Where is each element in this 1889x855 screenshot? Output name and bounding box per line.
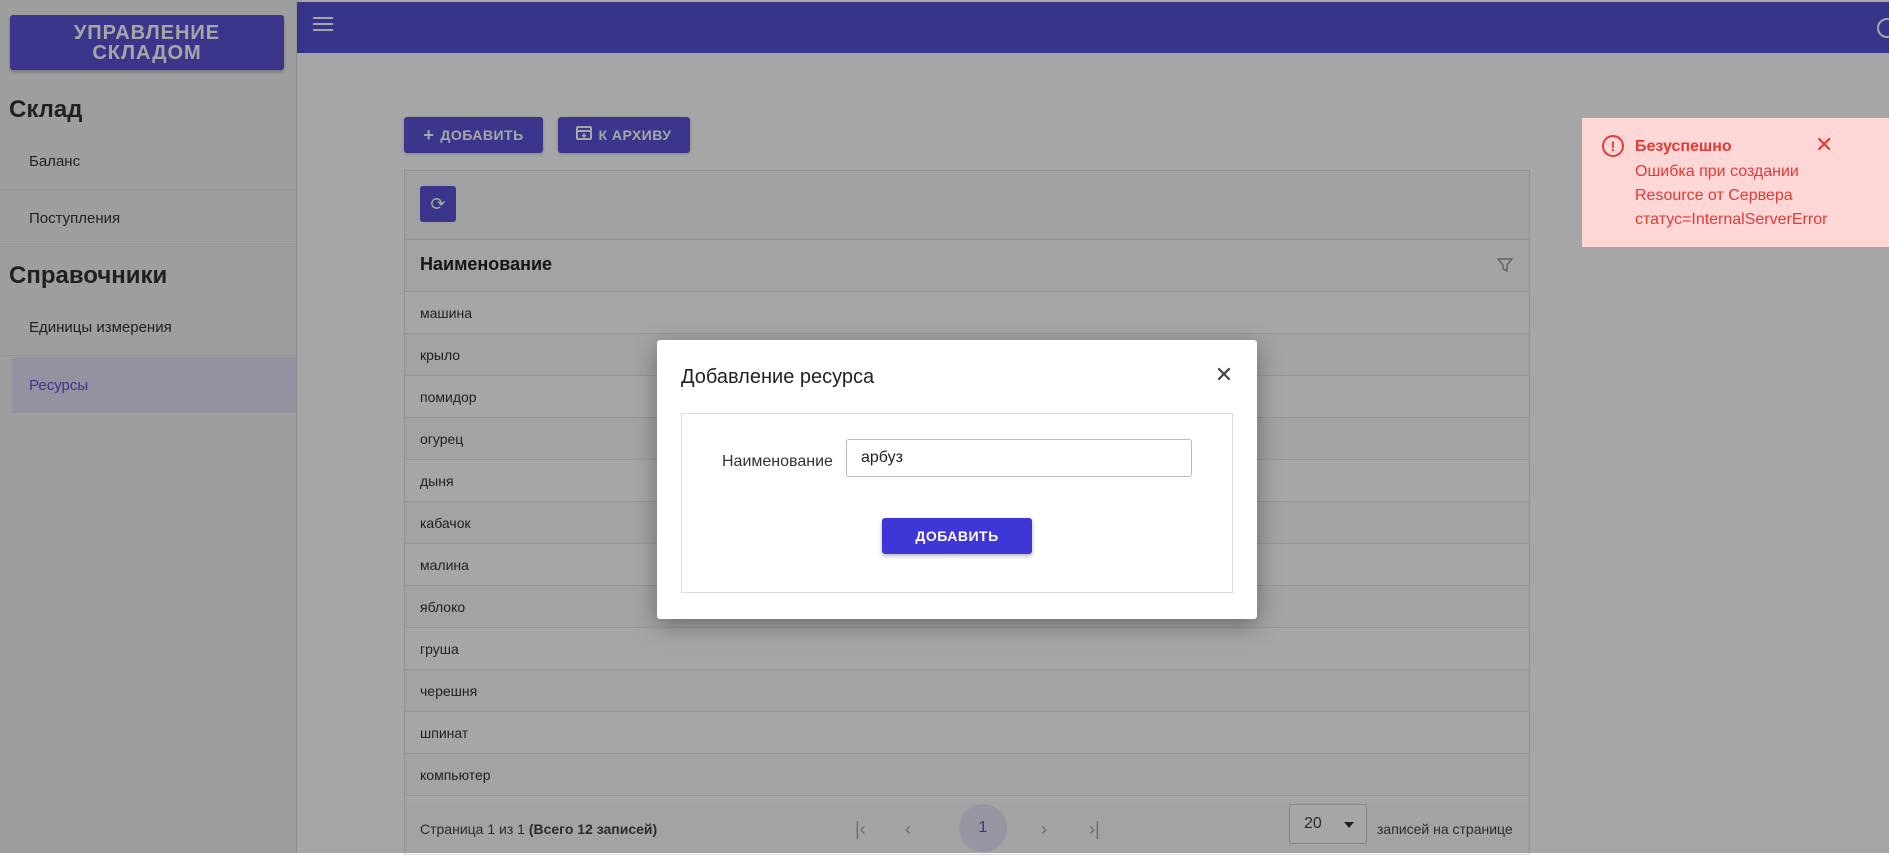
dialog-form: Наименование ДОБАВИТЬ (681, 413, 1233, 593)
error-icon: ! (1602, 135, 1624, 157)
error-toast: ! Безуспешно Ошибка при создании Resourc… (1582, 118, 1889, 247)
close-icon[interactable]: ✕ (1213, 364, 1235, 386)
dialog-add-button[interactable]: ДОБАВИТЬ (882, 518, 1032, 554)
toast-message: Ошибка при создании Resource от Сервера … (1635, 163, 1828, 228)
name-field-label: Наименование (722, 453, 833, 470)
add-resource-dialog: Добавление ресурса ✕ Наименование ДОБАВИ… (657, 340, 1257, 619)
name-field[interactable] (846, 439, 1192, 477)
dialog-title: Добавление ресурса (681, 366, 875, 388)
toast-title: Безуспешно (1635, 138, 1732, 155)
toast-close-icon[interactable]: ✕ (1815, 132, 1833, 158)
